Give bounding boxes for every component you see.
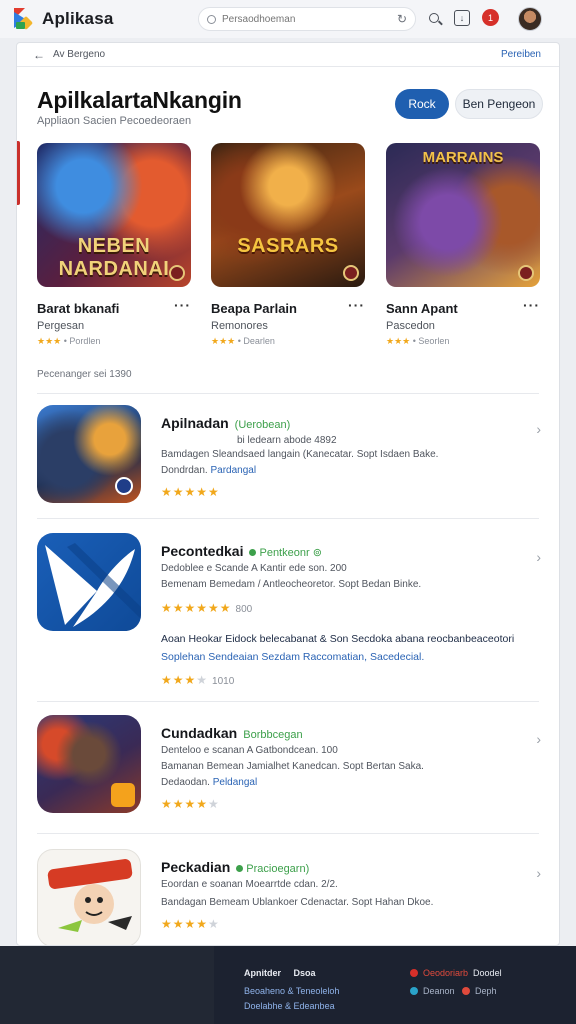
featured-title: Beapa Parlain	[211, 301, 297, 316]
app-name[interactable]: Apilnadan (Uerobean)	[161, 415, 290, 431]
main-card: ← Av Bergeno Pereiben ApilkalartaNkangin…	[16, 42, 560, 946]
breadcrumb-label: Bergeno	[67, 49, 106, 60]
app-description: Bemenam Bemedam / Antleocheoretor. Sopt …	[161, 579, 422, 590]
platform-badge-icon	[115, 477, 133, 495]
section-label: Pecenanger sei 1390	[37, 369, 132, 380]
footer: Apnitder Dsoa Beoaheno & Teneoleloh Doel…	[0, 946, 576, 1024]
app-extra-text: Aoan Heokar Eidock belecabanat & Son Sec…	[161, 633, 515, 645]
app-logo-icon	[45, 543, 141, 627]
featured-category: Pergesan	[37, 320, 85, 332]
section-accent	[17, 141, 20, 205]
search-icon[interactable]	[426, 10, 442, 26]
app-version: Dedoblee e Scande A Kantir ede son. 200	[161, 563, 347, 574]
secondary-button[interactable]: Ben Pengeon	[455, 89, 543, 119]
divider	[37, 393, 539, 394]
status-dot-icon	[410, 987, 418, 995]
list-item[interactable]: Apilnadan (Uerobean) bi ledearn abode 489…	[37, 405, 541, 515]
game-emblem-icon	[169, 265, 185, 281]
featured-art-text: NEBEN NARDANAI	[58, 235, 170, 280]
app-description: Bamanan Bemean Jamialhet Kanedcan. Sopt …	[161, 761, 424, 772]
search-input[interactable]	[222, 13, 397, 25]
notification-badge[interactable]: 1	[482, 9, 499, 26]
more-options-icon[interactable]: ···	[174, 297, 191, 313]
cartoon-character-icon	[47, 859, 133, 932]
page-title: ApilkalartaNkangin	[37, 87, 242, 113]
app-icon[interactable]	[37, 533, 141, 631]
app-description: Bandagan Bemeam Ublankoer Cdenactar. Sop…	[161, 897, 434, 908]
divider	[37, 833, 539, 834]
featured-meta: ★★★ • Dearlen	[211, 336, 275, 346]
chevron-right-icon[interactable]: ›	[536, 731, 541, 747]
app-version: Eoordan e soanan Moearrtde cdan. 2/2.	[161, 879, 338, 890]
app-version: bi ledearn abode 4892	[237, 435, 337, 446]
footer-status: Deanon Deph	[410, 986, 497, 996]
game-badge-icon	[111, 783, 135, 807]
status-dot-icon	[410, 969, 418, 977]
chevron-right-icon[interactable]: ›	[536, 421, 541, 437]
app-icon[interactable]	[37, 405, 141, 503]
primary-button[interactable]: Rock	[395, 89, 449, 119]
avatar[interactable]	[518, 7, 542, 31]
featured-title: Barat bkanafi	[37, 301, 120, 316]
app-icon[interactable]	[37, 715, 141, 813]
featured-art-text: MARRAINS	[422, 149, 504, 166]
status-dot-icon	[462, 987, 471, 995]
more-options-icon[interactable]: ···	[348, 297, 365, 313]
featured-meta: ★★★ • Pordlen	[37, 336, 101, 346]
star-rating: ★★★★★	[161, 917, 220, 931]
featured-category: Remonores	[211, 320, 268, 332]
game-emblem-icon	[343, 265, 359, 281]
featured-card[interactable]: SASRARS Beapa Parlain ··· Remonores ★★★ …	[211, 143, 367, 346]
star-rating: ★★★★★★ 800	[161, 601, 253, 615]
footer-col2-title: Oeodoriarb Doodel	[410, 968, 502, 978]
downloads-icon[interactable]: ↓	[454, 10, 470, 26]
list-item[interactable]: Cundadkan Borbbcegan Denteloo e scanan A …	[37, 715, 541, 825]
page-subtitle: Appliaon Sacien Pecoedeoraen	[37, 115, 192, 127]
featured-art[interactable]: NEBEN NARDANAI	[37, 143, 191, 287]
featured-card[interactable]: NEBEN NARDANAI Barat bkanafi ··· Pergesan…	[37, 143, 193, 346]
chevron-right-icon[interactable]: ›	[536, 549, 541, 565]
featured-art[interactable]: MARRAINS	[386, 143, 540, 287]
breadcrumb: ← Av Bergeno Pereiben	[17, 43, 559, 67]
featured-art-text: SASRARS	[237, 235, 339, 257]
reload-icon[interactable]: ↻	[397, 12, 407, 26]
app-detail-link[interactable]: Peldangal	[213, 777, 257, 788]
app-description: Bamdagen Sleandsaed langain (Kanecatar. …	[161, 449, 439, 460]
footer-panel: Apnitder Dsoa Beoaheno & Teneoleloh Doel…	[214, 946, 576, 1024]
chevron-right-icon[interactable]: ›	[536, 865, 541, 881]
featured-art[interactable]: SASRARS	[211, 143, 365, 287]
app-version: Denteloo e scanan A Gatbondcean. 100	[161, 745, 338, 756]
app-title: Aplikasa	[42, 9, 114, 28]
footer-col1-title: Apnitder Dsoa	[244, 968, 316, 978]
breadcrumb-right-link[interactable]: Pereiben	[501, 49, 541, 60]
featured-meta: ★★★ • Seorlen	[386, 336, 450, 346]
footer-link[interactable]: Beoaheno & Teneoleloh	[244, 986, 339, 996]
app-detail: Dedaodan. Peldangal	[161, 777, 258, 788]
breadcrumb-back[interactable]: Av	[53, 49, 65, 60]
app-icon[interactable]	[37, 849, 141, 945]
featured-category: Pascedon	[386, 320, 435, 332]
divider	[37, 518, 539, 519]
search-icon	[207, 14, 216, 24]
game-emblem-icon	[518, 265, 534, 281]
featured-title: Sann Apant	[386, 301, 458, 316]
search-bar[interactable]: ↻	[198, 7, 416, 31]
app-detail: Dondrdan. Pardangal	[161, 465, 257, 476]
app-extra-links[interactable]: Soplehan Sendeaian Sezdam Raccomatian, S…	[161, 651, 424, 663]
list-item[interactable]: Peckadian Pracioegarn) Eoordan e soanan M…	[37, 849, 541, 945]
app-name[interactable]: Pecontedkai Pentkeonr ⊚	[161, 543, 322, 559]
star-rating: ★★★★★	[161, 485, 220, 499]
star-rating: ★★★★★	[161, 797, 220, 811]
star-rating-secondary: ★★★★ 1010	[161, 673, 235, 687]
footer-link[interactable]: Doelabhe & Edeanbea	[244, 1001, 335, 1011]
list-item[interactable]: Pecontedkai Pentkeonr ⊚ Dedoblee e Scande…	[37, 533, 541, 703]
featured-card[interactable]: MARRAINS Sann Apant ··· Pascedon ★★★ • S…	[386, 143, 542, 346]
more-options-icon[interactable]: ···	[523, 297, 540, 313]
back-arrow-icon[interactable]: ←	[33, 48, 45, 62]
divider	[37, 701, 539, 702]
app-name[interactable]: Cundadkan Borbbcegan	[161, 725, 303, 741]
app-name[interactable]: Peckadian Pracioegarn)	[161, 859, 309, 875]
app-detail-link[interactable]: Pardangal	[210, 465, 256, 476]
app-logo-icon[interactable]	[14, 8, 36, 31]
